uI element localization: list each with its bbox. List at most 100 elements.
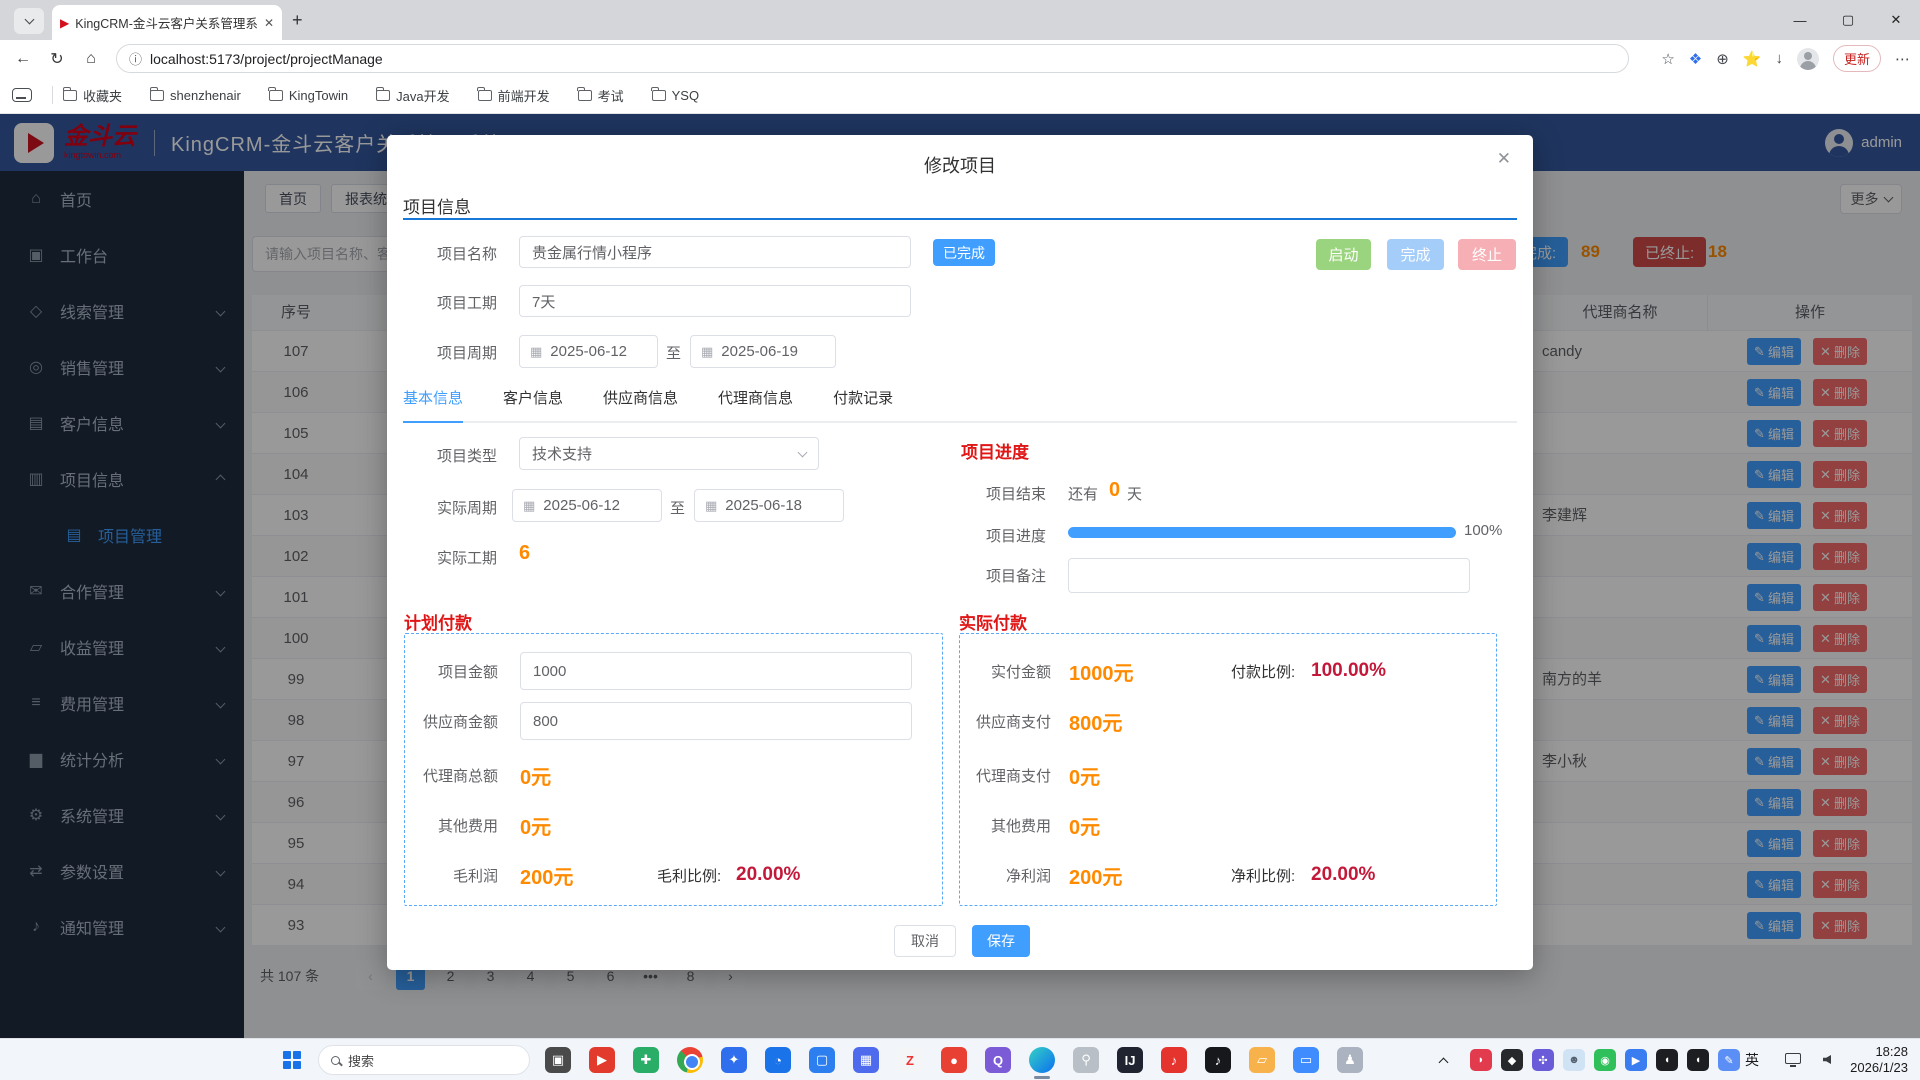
tray-red-icon[interactable]: ◗ (1470, 1049, 1492, 1071)
dialog-tab-客户信息[interactable]: 客户信息 (503, 387, 563, 423)
payment-input[interactable]: 800 (520, 702, 912, 740)
app-blue2-icon[interactable]: ▢ (809, 1047, 835, 1073)
action-button-终止[interactable]: 终止 (1458, 239, 1516, 270)
tab-close-icon[interactable]: ✕ (264, 16, 274, 30)
edge-icon[interactable] (1029, 1047, 1055, 1073)
dialog-tab-基本信息[interactable]: 基本信息 (403, 387, 463, 423)
actual-end-input[interactable]: ▦2025-06-18 (694, 489, 844, 522)
project-duration-input[interactable]: 7天 (519, 285, 911, 317)
bookmark-folder[interactable]: 前端开发 (478, 86, 550, 105)
action-button-启动[interactable]: 启动 (1316, 239, 1371, 270)
chevron-down-icon (798, 447, 808, 457)
tab-search-button[interactable] (14, 8, 44, 34)
payment-value: 0元 (520, 811, 551, 840)
tray-pen-icon[interactable]: ✎ (1718, 1049, 1740, 1071)
music-red-icon[interactable]: ♪ (1161, 1047, 1187, 1073)
refresh-button[interactable]: ↻ (40, 49, 74, 69)
bookmark-label: 收藏夹 (83, 86, 122, 105)
tray-purple-icon[interactable]: ✣ (1532, 1049, 1554, 1071)
app-blue-icon[interactable]: ✦ (721, 1047, 747, 1073)
app-purple-icon[interactable]: Q (985, 1047, 1011, 1073)
folder-icon (63, 90, 77, 101)
favorites-bar-icon[interactable]: ⭐ (1743, 50, 1762, 68)
site-info-icon[interactable]: ⓘ (129, 49, 142, 68)
bookmark-folder[interactable]: YSQ (652, 88, 699, 103)
app-gray-icon[interactable]: ⚲ (1073, 1047, 1099, 1073)
period-end-input[interactable]: ▦2025-06-19 (690, 335, 836, 368)
browser-tab[interactable]: ▶ KingCRM-金斗云客户关系管理系统 ✕ (52, 5, 282, 40)
back-button[interactable]: ← (6, 50, 40, 68)
app-dark-icon[interactable]: ▣ (545, 1047, 571, 1073)
action-button-完成[interactable]: 完成 (1387, 239, 1444, 270)
maximize-button[interactable]: ▢ (1824, 0, 1872, 40)
tray-qq-icon[interactable]: ◖ (1656, 1049, 1678, 1071)
actual-to-label: 至 (670, 497, 685, 518)
period-start-input[interactable]: ▦2025-06-12 (519, 335, 658, 368)
collections-icon[interactable]: ⊕ (1716, 50, 1729, 68)
ratio-value: 100.00% (1311, 660, 1386, 682)
tray-qq2-icon[interactable]: ◖ (1687, 1049, 1709, 1071)
bookmark-folder[interactable]: 考试 (578, 86, 624, 105)
minimize-button[interactable]: — (1776, 0, 1824, 40)
dialog-tab-供应商信息[interactable]: 供应商信息 (603, 387, 678, 423)
payment-row: 代理商总额0元 (405, 756, 942, 794)
ratio-label: 付款比例: (1231, 661, 1295, 682)
bookmark-folder[interactable]: shenzhenair (150, 88, 241, 103)
close-button[interactable]: ✕ (1872, 0, 1920, 40)
folder-icon[interactable]: ▱ (1249, 1047, 1275, 1073)
project-type-select[interactable]: 技术支持 (519, 437, 819, 470)
payment-input[interactable]: 1000 (520, 652, 912, 690)
wechat-devtools-icon[interactable]: ✚ (633, 1047, 659, 1073)
tray-expand-chevron[interactable] (1440, 1039, 1447, 1080)
progress-percent: 100% (1464, 522, 1502, 539)
payment-label: 其他费用 (405, 815, 498, 836)
actual-start-input[interactable]: ▦2025-06-12 (512, 489, 662, 522)
days-left-value: 0 (1109, 479, 1120, 502)
taskbar-clock[interactable]: 18:28 2026/1/23 (1850, 1044, 1908, 1076)
downloads-icon[interactable]: ↓ (1775, 50, 1783, 67)
network-icon[interactable] (1785, 1053, 1801, 1064)
idea-icon[interactable]: IJ (1117, 1047, 1143, 1073)
screen-icon[interactable]: ▭ (1293, 1047, 1319, 1073)
kingtowin-icon[interactable]: ▶ (589, 1047, 615, 1073)
project-name-input[interactable]: 贵金属行情小程序 (519, 236, 911, 268)
bookmark-folder[interactable]: 收藏夹 (63, 86, 122, 105)
dialog-tab-付款记录[interactable]: 付款记录 (833, 387, 893, 423)
browser-blue-icon[interactable]: ◔ (765, 1047, 791, 1073)
tray-shield-icon[interactable]: ◆ (1501, 1049, 1523, 1071)
dialog-tabs: 基本信息 客户信息 供应商信息 代理商信息 付款记录 (403, 387, 1517, 423)
dialog-tab-代理商信息[interactable]: 代理商信息 (718, 387, 793, 423)
tab-title: KingCRM-金斗云客户关系管理系统 (75, 13, 258, 32)
bookmark-folder[interactable]: KingTowin (269, 88, 348, 103)
favorite-star-icon[interactable]: ☆ (1661, 50, 1674, 68)
bookmark-folder[interactable]: Java开发 (376, 86, 449, 105)
dialog-close-icon[interactable]: ✕ (1497, 149, 1511, 169)
save-button[interactable]: 保存 (972, 925, 1030, 957)
tray-avatar-icon[interactable]: ☻ (1563, 1049, 1585, 1071)
start-button[interactable] (283, 1051, 301, 1069)
cancel-button[interactable]: 取消 (894, 925, 956, 957)
update-button[interactable]: 更新 (1833, 45, 1881, 72)
profile-avatar[interactable] (1797, 48, 1819, 70)
project-type-label: 项目类型 (403, 445, 497, 466)
zhihu-icon[interactable]: Z (897, 1047, 923, 1073)
tray-blue-icon[interactable]: ▶ (1625, 1049, 1647, 1071)
url-input[interactable]: ⓘ localhost:5173/project/projectManage (116, 44, 1629, 73)
remark-input[interactable] (1068, 558, 1470, 593)
person-gray-icon[interactable]: ♟ (1337, 1047, 1363, 1073)
app-black-icon[interactable]: ♪ (1205, 1047, 1231, 1073)
planned-payment-box: 项目金额1000供应商金额800代理商总额0元其他费用0元毛利润200元毛利比例… (404, 633, 943, 906)
app-red-icon[interactable]: ● (941, 1047, 967, 1073)
browser-menu-icon[interactable]: ⋯ (1895, 50, 1910, 68)
ime-indicator[interactable]: 英 (1745, 1039, 1759, 1080)
sidebar-panel-icon[interactable] (12, 88, 32, 102)
clock-date: 2026/1/23 (1850, 1060, 1908, 1076)
home-button[interactable]: ⌂ (74, 50, 108, 68)
store-icon[interactable]: ▦ (853, 1047, 879, 1073)
chrome-icon[interactable] (677, 1047, 703, 1073)
taskbar-search[interactable]: 搜索 (318, 1045, 530, 1075)
search-icon (331, 1056, 340, 1065)
new-tab-button[interactable]: + (292, 10, 303, 31)
extension-blue-icon[interactable]: ❖ (1689, 50, 1702, 68)
tray-wechat-icon[interactable]: ◉ (1594, 1049, 1616, 1071)
